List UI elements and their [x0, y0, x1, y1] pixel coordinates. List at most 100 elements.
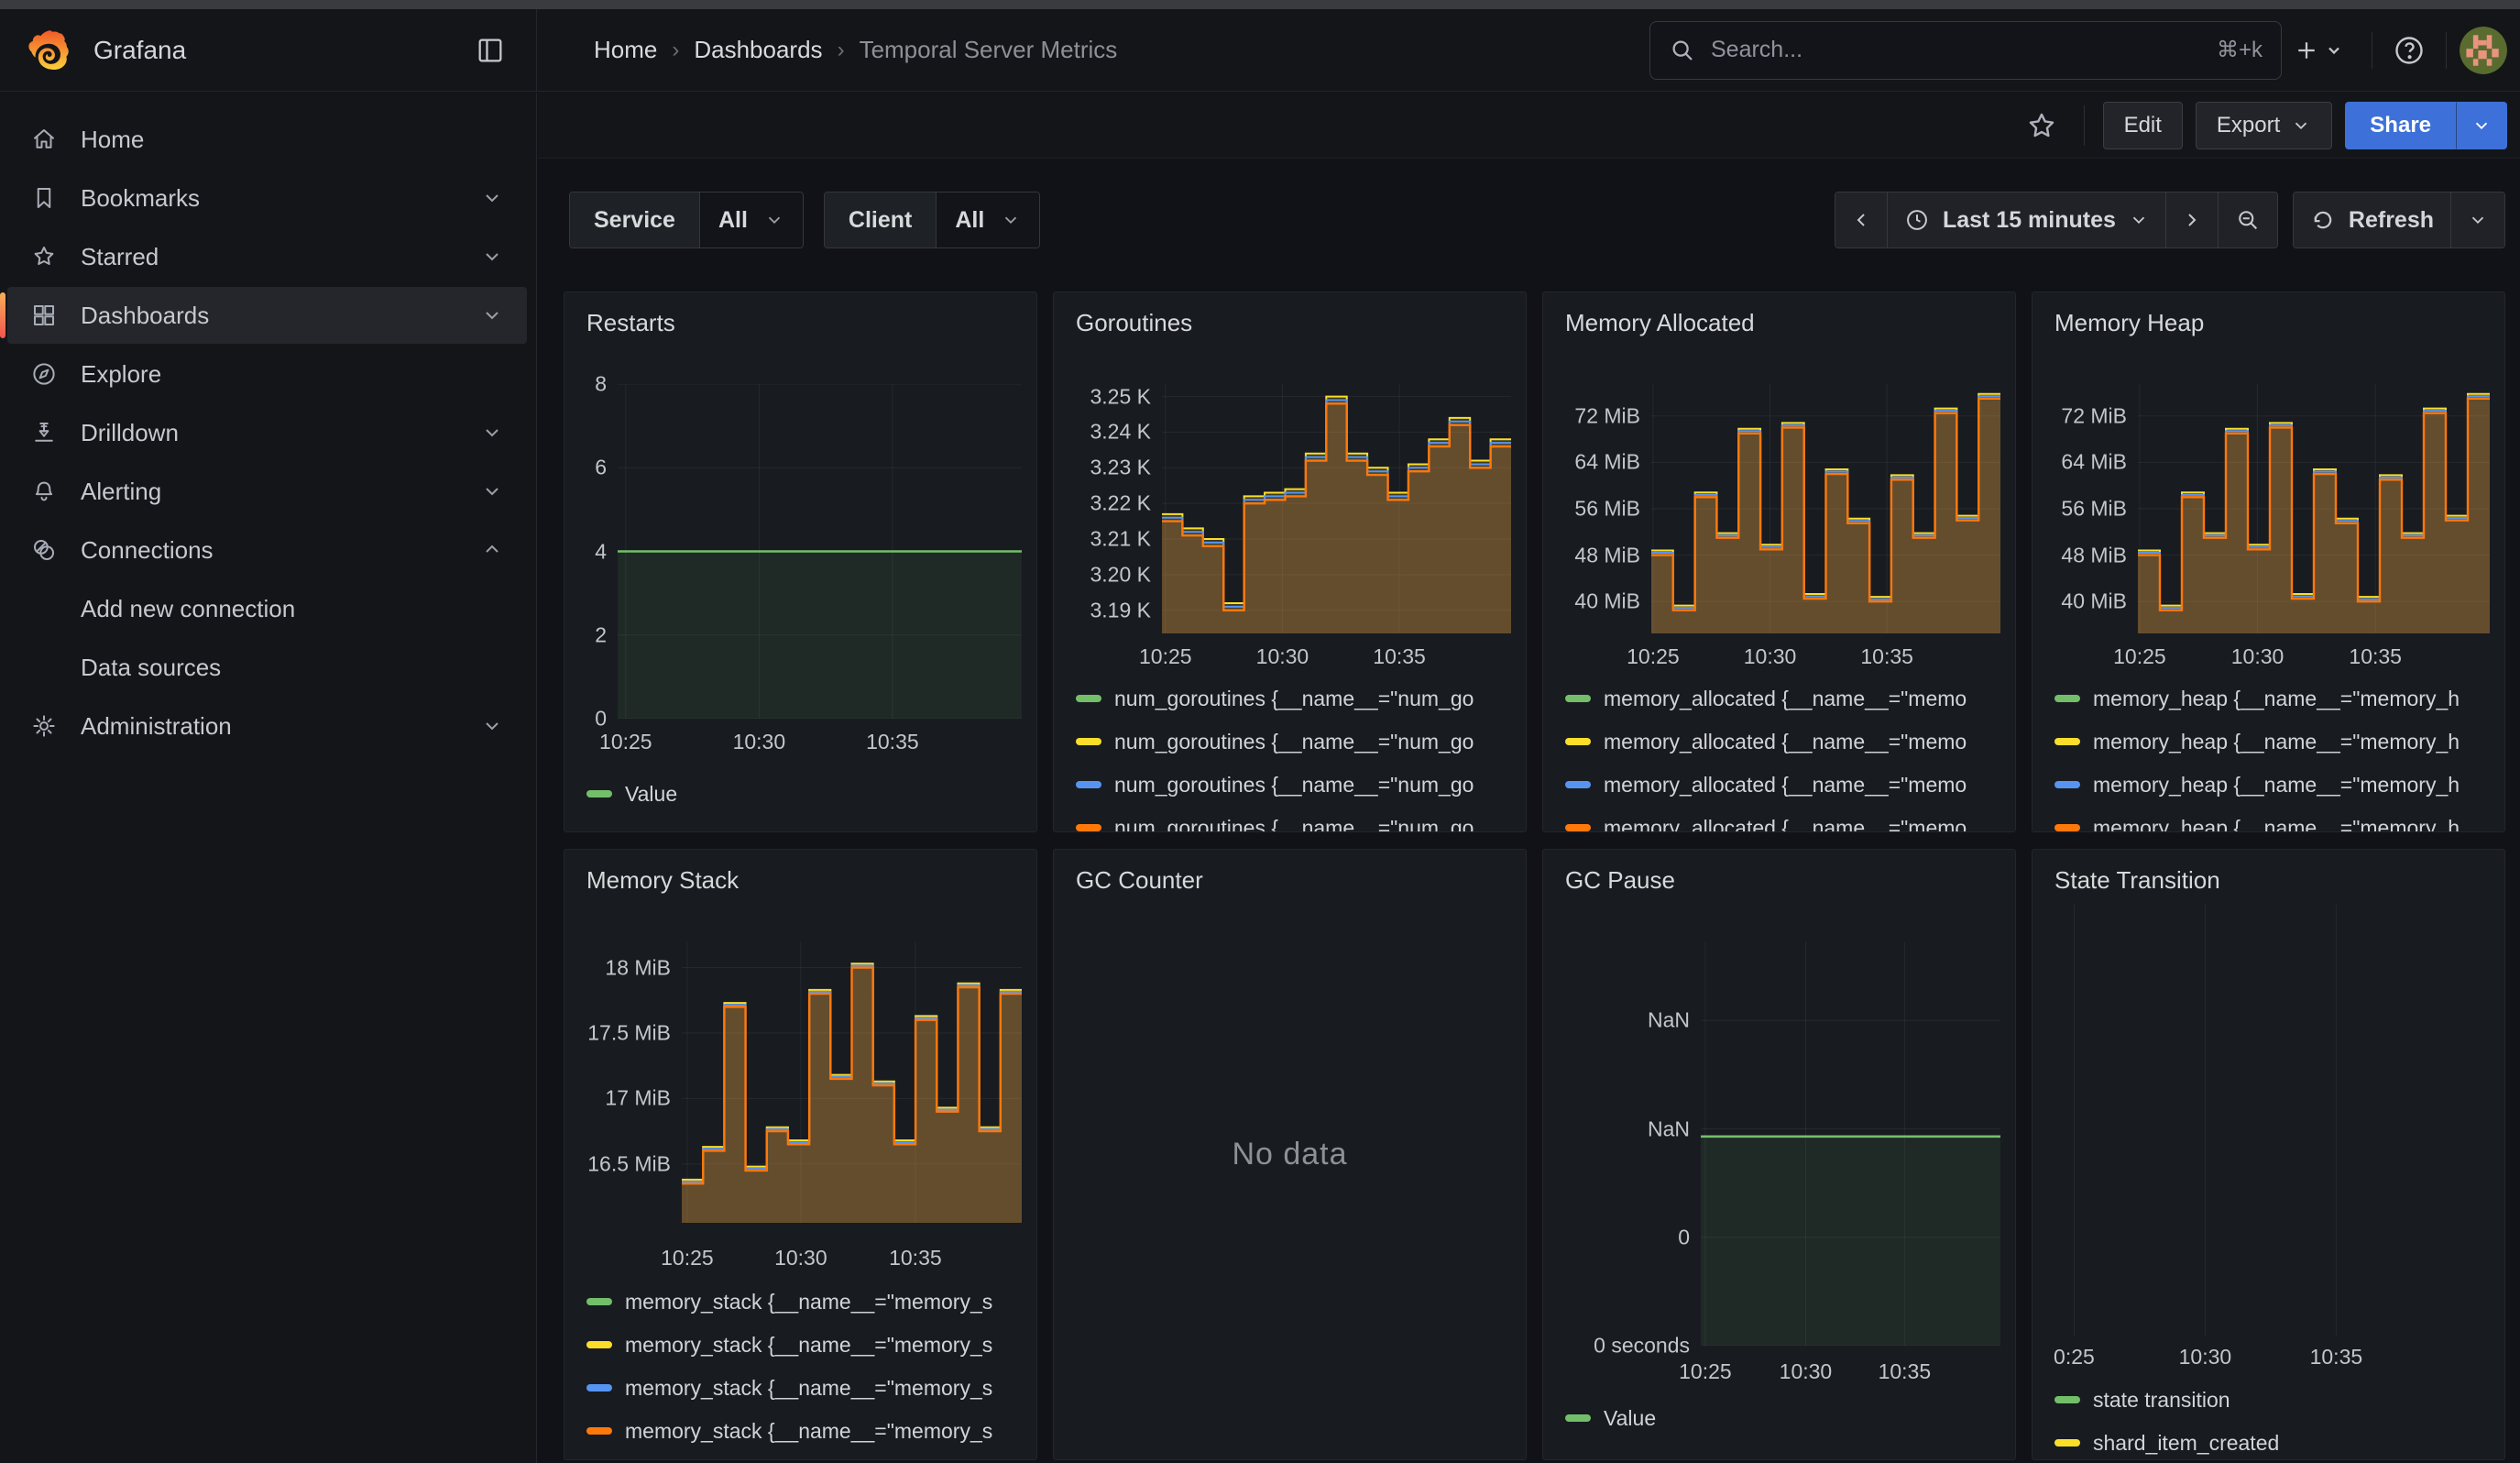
chevron-down-icon[interactable]: [481, 187, 503, 209]
legend-item[interactable]: num_goroutines {__name__="num_go: [1076, 771, 1517, 798]
service-variable-dropdown[interactable]: Service All: [569, 192, 804, 248]
chart-plot-area[interactable]: [2138, 384, 2490, 633]
chevron-up-icon[interactable]: [481, 539, 503, 561]
chart-plot-area[interactable]: [1701, 941, 2000, 1346]
zoom-out-button[interactable]: [2218, 192, 2277, 248]
panel-legend: Value: [1565, 1404, 2006, 1459]
sidebar-item-dashboards[interactable]: Dashboards: [7, 287, 527, 344]
panel-title[interactable]: GC Pause: [1565, 866, 1675, 895]
edit-button[interactable]: Edit: [2103, 102, 2183, 149]
legend-swatch: [2054, 1439, 2080, 1446]
sidebar-item-connections[interactable]: Connections: [7, 522, 527, 578]
x-axis-tick-label: 10:30: [1256, 644, 1309, 669]
panel-title[interactable]: Memory Heap: [2054, 309, 2204, 337]
sidebar-item-explore[interactable]: Explore: [7, 346, 527, 402]
legend-swatch: [1565, 695, 1591, 702]
rings-icon: [7, 536, 81, 564]
time-forward-button[interactable]: [2165, 192, 2218, 248]
x-axis-tick-label: 0:25: [2054, 1345, 2095, 1370]
legend-item[interactable]: num_goroutines {__name__="num_go: [1076, 728, 1517, 755]
panel-title[interactable]: Memory Allocated: [1565, 309, 1755, 337]
y-axis-tick-label: 40 MiB: [1574, 589, 1640, 614]
legend-swatch: [586, 1384, 612, 1392]
panel-title[interactable]: State Transition: [2054, 866, 2220, 895]
legend-item[interactable]: Value: [586, 780, 1027, 808]
sidebar-item-label: Dashboards: [81, 302, 481, 330]
legend-item[interactable]: memory_heap {__name__="memory_h: [2054, 685, 2495, 712]
share-menu-button[interactable]: [2456, 102, 2507, 149]
legend-item[interactable]: Value: [1565, 1404, 2006, 1432]
y-axis-tick-label: 56 MiB: [2061, 497, 2127, 522]
panel-title[interactable]: Memory Stack: [586, 866, 739, 895]
legend-item[interactable]: num_goroutines {__name__="num_go: [1076, 685, 1517, 712]
x-axis-tick-label: 10:30: [774, 1246, 827, 1270]
chevron-down-icon[interactable]: [481, 246, 503, 268]
refresh-button[interactable]: Refresh: [2294, 192, 2450, 248]
chevron-down-icon: [2129, 210, 2149, 230]
sidebar-item-label: Home: [81, 126, 527, 154]
sidebar-item-bookmarks[interactable]: Bookmarks: [7, 170, 527, 226]
legend-item[interactable]: memory_heap {__name__="memory_h: [2054, 728, 2495, 755]
search-input[interactable]: Search... ⌘+k: [1649, 21, 2282, 80]
legend-label: memory_allocated {__name__="memo: [1604, 816, 1967, 832]
chart-plot-area[interactable]: [1162, 384, 1511, 633]
legend-item[interactable]: memory_stack {__name__="memory_s: [586, 1374, 1027, 1402]
chart-plot-area[interactable]: [682, 941, 1022, 1223]
chart-plot-area[interactable]: [1651, 384, 2000, 633]
legend-item[interactable]: memory_allocated {__name__="memo: [1565, 685, 2006, 712]
y-axis-tick-label: 4: [595, 539, 607, 564]
help-icon[interactable]: [2385, 27, 2433, 74]
sidebar-item-administration[interactable]: Administration: [7, 698, 527, 754]
legend-label: Value: [1604, 1406, 1656, 1431]
toolbar-divider: [2084, 105, 2085, 146]
time-back-button[interactable]: [1835, 192, 1887, 248]
avatar[interactable]: [2460, 27, 2507, 74]
new-menu-button[interactable]: [2282, 27, 2359, 74]
panel-legend: memory_heap {__name__="memory_h memory_he…: [2054, 685, 2495, 831]
sidebar-item-data-sources[interactable]: Data sources: [7, 639, 527, 696]
breadcrumb-home[interactable]: Home: [594, 36, 657, 64]
chart-plot-area[interactable]: [618, 384, 1022, 719]
legend-item[interactable]: state transition: [2054, 1386, 2495, 1414]
time-range-picker[interactable]: Last 15 minutes: [1887, 192, 2165, 248]
panel-title[interactable]: Goroutines: [1076, 309, 1192, 337]
chevron-down-icon[interactable]: [481, 715, 503, 737]
sidebar-item-add-new-connection[interactable]: Add new connection: [7, 580, 527, 637]
sidebar-item-starred[interactable]: Starred: [7, 228, 527, 285]
legend-item[interactable]: num_goroutines {__name__="num_go: [1076, 814, 1517, 831]
breadcrumb-current: Temporal Server Metrics: [860, 36, 1118, 64]
legend-item[interactable]: memory_heap {__name__="memory_h: [2054, 771, 2495, 798]
y-axis-tick-label: 2: [595, 622, 607, 647]
y-axis-tick-label: 6: [595, 456, 607, 480]
legend-item[interactable]: memory_allocated {__name__="memo: [1565, 814, 2006, 831]
legend-item[interactable]: shard_item_created: [2054, 1429, 2495, 1457]
sidebar-item-alerting[interactable]: Alerting: [7, 463, 527, 520]
legend-label: shard_item_created: [2093, 1431, 2279, 1456]
legend-item[interactable]: memory_stack {__name__="memory_s: [586, 1331, 1027, 1358]
legend-item[interactable]: memory_stack {__name__="memory_s: [586, 1288, 1027, 1315]
chart-plot-area[interactable]: [2038, 905, 2490, 1336]
sidebar-item-drilldown[interactable]: Drilldown: [7, 404, 527, 461]
y-axis-tick-label: 3.22 K: [1090, 491, 1152, 516]
chevron-down-icon[interactable]: [481, 480, 503, 502]
breadcrumb-dashboards[interactable]: Dashboards: [694, 36, 822, 64]
chevron-down-icon: [1001, 210, 1021, 230]
legend-item[interactable]: memory_allocated {__name__="memo: [1565, 728, 2006, 755]
panel-title[interactable]: Restarts: [586, 309, 675, 337]
export-button[interactable]: Export: [2196, 102, 2332, 149]
grafana-logo[interactable]: [27, 29, 70, 72]
chevron-down-icon[interactable]: [481, 422, 503, 444]
legend-item[interactable]: memory_stack {__name__="memory_s: [586, 1417, 1027, 1445]
legend-label: memory_heap {__name__="memory_h: [2093, 730, 2460, 754]
refresh-interval-button[interactable]: [2450, 192, 2504, 248]
legend-item[interactable]: memory_allocated {__name__="memo: [1565, 771, 2006, 798]
favorite-star-icon[interactable]: [2018, 102, 2065, 149]
legend-swatch: [1076, 695, 1101, 702]
legend-item[interactable]: memory_heap {__name__="memory_h: [2054, 814, 2495, 831]
share-button[interactable]: Share: [2345, 102, 2456, 149]
dock-sidebar-icon[interactable]: [466, 27, 514, 74]
legend-label: memory_allocated {__name__="memo: [1604, 773, 1967, 798]
sidebar-item-home[interactable]: Home: [7, 111, 527, 168]
chevron-down-icon[interactable]: [481, 304, 503, 326]
client-variable-dropdown[interactable]: Client All: [824, 192, 1040, 248]
